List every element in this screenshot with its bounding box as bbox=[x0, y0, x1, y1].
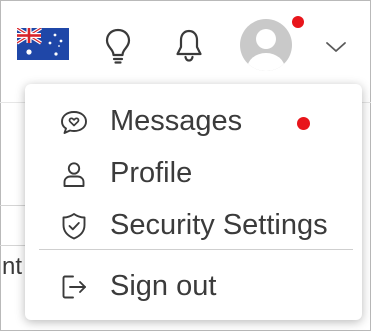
user-avatar-icon[interactable] bbox=[238, 17, 294, 73]
person-icon bbox=[63, 162, 85, 187]
menu-item-label: Messages bbox=[110, 105, 243, 137]
avatar-notification-dot bbox=[292, 16, 304, 28]
chat-heart-icon bbox=[61, 111, 87, 134]
menu-item-security-settings[interactable]: Security Settings bbox=[25, 200, 362, 250]
australia-flag-icon[interactable] bbox=[17, 28, 69, 60]
sign-out-icon bbox=[62, 275, 86, 299]
chevron-down-icon[interactable] bbox=[325, 40, 347, 54]
menu-item-label: Security Settings bbox=[110, 209, 328, 241]
menu-item-label: Profile bbox=[110, 157, 193, 189]
menu-item-messages[interactable]: Messages bbox=[25, 96, 362, 146]
menu-item-label: Sign out bbox=[110, 270, 217, 302]
shield-check-icon bbox=[62, 213, 86, 240]
menu-item-profile[interactable]: Profile bbox=[25, 148, 362, 198]
lightbulb-icon[interactable] bbox=[105, 28, 131, 64]
menu-divider bbox=[39, 249, 353, 250]
messages-notification-dot bbox=[297, 117, 310, 130]
account-dropdown-menu: Messages Profile Security Settings Sign … bbox=[25, 84, 362, 320]
bell-icon[interactable] bbox=[173, 28, 205, 62]
menu-item-sign-out[interactable]: Sign out bbox=[25, 261, 362, 311]
top-bar bbox=[0, 0, 371, 90]
